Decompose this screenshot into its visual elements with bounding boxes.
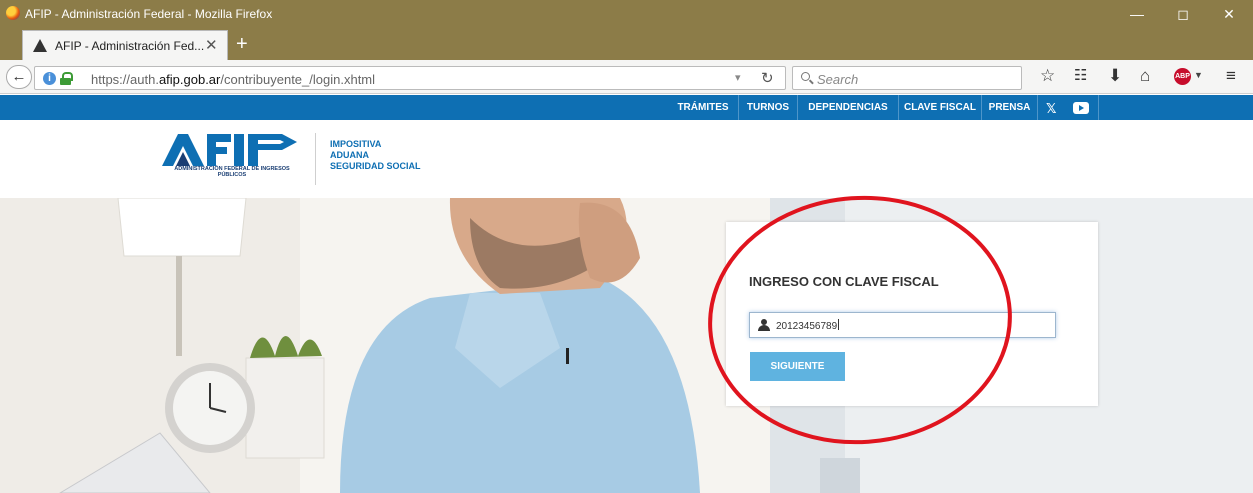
new-tab-button[interactable]: +: [236, 33, 248, 56]
nav-turnos[interactable]: TURNOS: [739, 95, 797, 120]
window-title-bar: AFIP - Administración Federal - Mozilla …: [0, 0, 1253, 28]
nav-tramites[interactable]: TRÁMITES: [668, 95, 738, 120]
afip-logo-subtitle: ADMINISTRACIÓN FEDERAL DE INGRESOS PÚBLI…: [174, 166, 290, 178]
tab-afip[interactable]: AFIP - Administración Fed... ✕: [22, 30, 228, 60]
url-text[interactable]: https://auth.afip.gob.ar/contribuyente_/…: [91, 72, 375, 87]
link-seguridad-social[interactable]: SEGURIDAD SOCIAL: [330, 161, 421, 172]
link-impositiva[interactable]: IMPOSITIVA: [330, 139, 421, 150]
nav-prensa[interactable]: PRENSA: [982, 95, 1037, 120]
navigation-toolbar: ← i https://auth.afip.gob.ar/contribuyen…: [0, 60, 1253, 94]
minimize-button[interactable]: —: [1114, 0, 1160, 28]
reload-icon[interactable]: ↻: [761, 69, 774, 87]
link-aduana[interactable]: ADUANA: [330, 150, 421, 161]
header-divider: [315, 133, 316, 185]
url-bar[interactable]: i https://auth.afip.gob.ar/contribuyente…: [34, 66, 786, 90]
header-section-links: IMPOSITIVA ADUANA SEGURIDAD SOCIAL: [330, 139, 421, 172]
home-icon[interactable]: ⌂: [1140, 66, 1150, 86]
adblock-icon[interactable]: ABP: [1174, 68, 1191, 85]
reading-list-icon[interactable]: ☷: [1074, 66, 1087, 84]
site-top-nav: TRÁMITES TURNOS DEPENDENCIAS CLAVE FISCA…: [0, 95, 1253, 120]
twitter-icon[interactable]: 𝕏: [1046, 101, 1056, 117]
adblock-dropdown-icon[interactable]: ▼: [1194, 70, 1203, 80]
nav-dependencias[interactable]: DEPENDENCIAS: [798, 95, 898, 120]
info-icon[interactable]: i: [43, 72, 56, 85]
search-icon: [801, 72, 810, 81]
youtube-icon[interactable]: [1073, 102, 1089, 114]
url-dropdown-icon[interactable]: ▾: [735, 71, 741, 84]
firefox-icon: [6, 6, 20, 20]
tab-strip: AFIP - Administración Fed... ✕: [0, 28, 1253, 60]
search-placeholder: Search: [817, 72, 859, 87]
afip-logo-icon[interactable]: [162, 130, 297, 166]
maximize-button[interactable]: ◻: [1160, 0, 1206, 28]
back-arrow-icon[interactable]: ←: [6, 65, 32, 89]
nav-divider: [1098, 95, 1099, 120]
lock-icon[interactable]: [60, 72, 73, 85]
nav-clave-fiscal[interactable]: CLAVE FISCAL: [899, 95, 981, 120]
window-title: AFIP - Administración Federal - Mozilla …: [25, 7, 273, 21]
close-tab-icon[interactable]: ✕: [205, 36, 218, 54]
annotation-circle: [708, 195, 1012, 445]
menu-icon[interactable]: ≡: [1226, 66, 1236, 86]
tab-label: AFIP - Administración Fed...: [55, 39, 205, 53]
nav-divider: [1037, 95, 1038, 120]
close-window-button[interactable]: ✕: [1206, 0, 1252, 28]
search-bar[interactable]: Search: [792, 66, 1022, 90]
afip-favicon-icon: [33, 39, 47, 52]
download-icon[interactable]: ⬇: [1108, 66, 1122, 86]
bookmark-star-icon[interactable]: ☆: [1040, 66, 1055, 86]
